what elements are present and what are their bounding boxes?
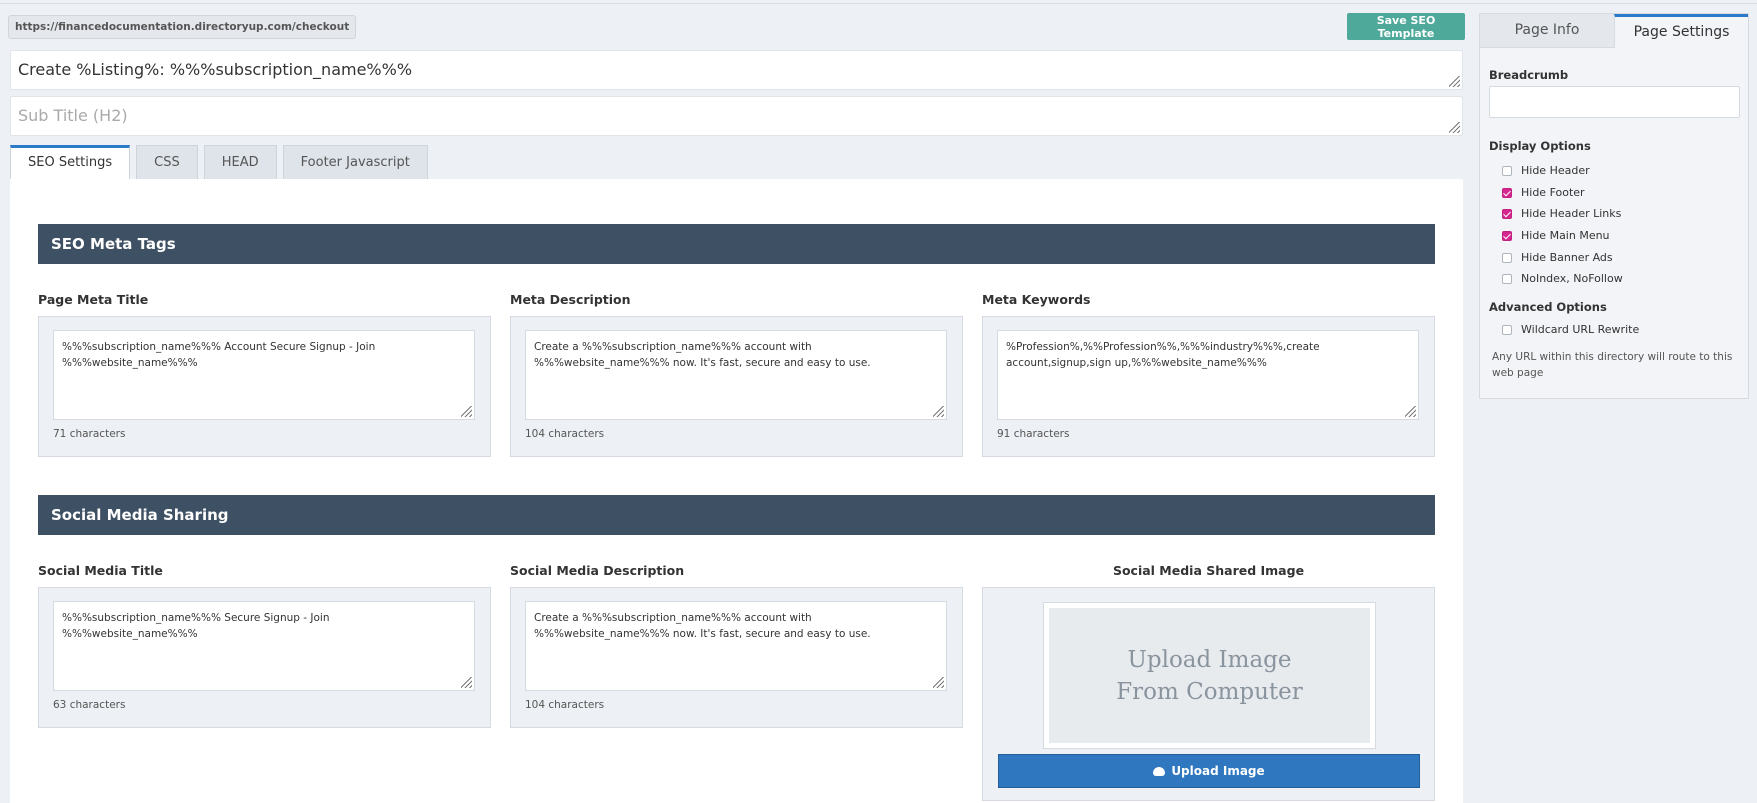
image-upload-dropzone[interactable]: Upload Image From Computer	[1044, 603, 1375, 748]
hide-footer-checkbox[interactable]	[1502, 187, 1512, 198]
social-media-description-card: Create a %%%subscription_name%%% account…	[510, 587, 963, 728]
option-hide-banner-ads[interactable]: Hide Banner Ads	[1502, 251, 1613, 264]
wildcard-url-rewrite-checkbox[interactable]	[1502, 324, 1512, 335]
hide-banner-ads-label: Hide Banner Ads	[1521, 251, 1613, 264]
tab-page-info[interactable]: Page Info	[1480, 14, 1614, 48]
resize-handle-icon[interactable]	[1449, 122, 1460, 133]
social-media-image-card: Upload Image From Computer Upload Image	[982, 587, 1435, 801]
social-media-title-label: Social Media Title	[38, 563, 163, 578]
hide-header-links-label: Hide Header Links	[1521, 207, 1622, 220]
social-media-title-value: %%%subscription_name%%% Secure Signup - …	[62, 612, 330, 640]
social-media-description-value: Create a %%%subscription_name%%% account…	[534, 612, 871, 640]
cloud-upload-icon	[1153, 766, 1166, 776]
option-hide-header-links[interactable]: Hide Header Links	[1502, 207, 1621, 220]
page-meta-title-count: 71 characters	[53, 428, 126, 440]
editor-tabs: SEO Settings CSS HEAD Footer Javascript	[10, 145, 428, 179]
image-placeholder-line1: Upload Image	[1127, 646, 1292, 673]
hide-header-checkbox[interactable]	[1502, 165, 1512, 176]
page-url-badge[interactable]: https://financedocumentation.directoryup…	[8, 15, 357, 39]
tab-footer-javascript[interactable]: Footer Javascript	[282, 145, 428, 179]
display-options-label: Display Options	[1489, 139, 1591, 153]
hide-banner-ads-checkbox[interactable]	[1502, 252, 1512, 263]
wildcard-help-text: Any URL within this directory will route…	[1492, 351, 1733, 379]
meta-description-textarea[interactable]: Create a %%%subscription_name%%% account…	[525, 330, 947, 420]
tab-css[interactable]: CSS	[136, 145, 198, 179]
subtitle-placeholder: Sub Title (H2)	[18, 106, 128, 125]
resize-handle-icon[interactable]	[933, 677, 944, 688]
social-media-sharing-header: Social Media Sharing	[38, 495, 1435, 535]
resize-handle-icon[interactable]	[461, 677, 472, 688]
page-settings-sidebar: Page Info Page Settings Breadcrumb Displ…	[1479, 13, 1749, 399]
top-border	[0, 3, 1757, 4]
upload-image-button[interactable]: Upload Image	[998, 754, 1420, 788]
sidebar-tabs: Page Info Page Settings	[1480, 14, 1748, 48]
hide-header-links-checkbox[interactable]	[1502, 208, 1512, 219]
page-title-text: Create %Listing%: %%%subscription_name%%…	[18, 60, 413, 79]
social-media-description-textarea[interactable]: Create a %%%subscription_name%%% account…	[525, 601, 947, 691]
social-media-title-card: %%%subscription_name%%% Secure Signup - …	[38, 587, 491, 728]
hide-header-label: Hide Header	[1521, 164, 1590, 177]
resize-handle-icon[interactable]	[461, 406, 472, 417]
option-hide-footer[interactable]: Hide Footer	[1502, 186, 1585, 199]
resize-handle-icon[interactable]	[1405, 406, 1416, 417]
upload-image-label: Upload Image	[1171, 764, 1265, 778]
breadcrumb-input[interactable]	[1489, 86, 1740, 118]
save-seo-template-button[interactable]: Save SEO Template	[1347, 13, 1465, 40]
advanced-options-label: Advanced Options	[1489, 300, 1607, 314]
option-noindex-nofollow[interactable]: NoIndex, NoFollow	[1502, 272, 1623, 285]
hide-main-menu-checkbox[interactable]	[1502, 230, 1512, 241]
social-media-title-textarea[interactable]: %%%subscription_name%%% Secure Signup - …	[53, 601, 475, 691]
option-hide-header[interactable]: Hide Header	[1502, 164, 1590, 177]
meta-keywords-card: %Profession%,%%Profession%%,%%%industry%…	[982, 316, 1435, 457]
hide-main-menu-label: Hide Main Menu	[1521, 229, 1610, 242]
meta-keywords-count: 91 characters	[997, 428, 1070, 440]
meta-description-count: 104 characters	[525, 428, 605, 440]
page-meta-title-label: Page Meta Title	[38, 292, 149, 307]
option-hide-main-menu[interactable]: Hide Main Menu	[1502, 229, 1610, 242]
seo-meta-tags-header: SEO Meta Tags	[38, 224, 1435, 264]
resize-handle-icon[interactable]	[1449, 76, 1460, 87]
image-placeholder-line2: From Computer	[1116, 678, 1303, 705]
hide-footer-label: Hide Footer	[1521, 186, 1585, 199]
social-media-image-label: Social Media Shared Image	[1112, 563, 1305, 578]
social-media-description-count: 104 characters	[525, 699, 605, 711]
resize-handle-icon[interactable]	[933, 406, 944, 417]
meta-keywords-label: Meta Keywords	[982, 292, 1091, 307]
breadcrumb-label: Breadcrumb	[1489, 68, 1569, 82]
social-media-title-count: 63 characters	[53, 699, 126, 711]
wildcard-url-rewrite-label: Wildcard URL Rewrite	[1521, 323, 1640, 336]
tab-seo-settings[interactable]: SEO Settings	[10, 145, 131, 179]
page-title-input[interactable]: Create %Listing%: %%%subscription_name%%…	[10, 50, 1463, 90]
social-media-description-label: Social Media Description	[510, 563, 685, 578]
meta-description-card: Create a %%%subscription_name%%% account…	[510, 316, 963, 457]
meta-keywords-textarea[interactable]: %Profession%,%%Profession%%,%%%industry%…	[997, 330, 1419, 420]
meta-description-label: Meta Description	[510, 292, 631, 307]
option-wildcard-url-rewrite[interactable]: Wildcard URL Rewrite	[1502, 323, 1639, 336]
meta-description-value: Create a %%%subscription_name%%% account…	[534, 341, 871, 369]
page-meta-title-value: %%%subscription_name%%% Account Secure S…	[62, 341, 376, 369]
subtitle-input[interactable]: Sub Title (H2)	[10, 96, 1463, 136]
noindex-nofollow-label: NoIndex, NoFollow	[1521, 272, 1623, 285]
meta-keywords-value: %Profession%,%%Profession%%,%%%industry%…	[1006, 341, 1320, 369]
tab-page-settings[interactable]: Page Settings	[1614, 14, 1748, 48]
page-meta-title-card: %%%subscription_name%%% Account Secure S…	[38, 316, 491, 457]
tab-head[interactable]: HEAD	[203, 145, 277, 179]
page-meta-title-textarea[interactable]: %%%subscription_name%%% Account Secure S…	[53, 330, 475, 420]
noindex-nofollow-checkbox[interactable]	[1502, 273, 1512, 284]
